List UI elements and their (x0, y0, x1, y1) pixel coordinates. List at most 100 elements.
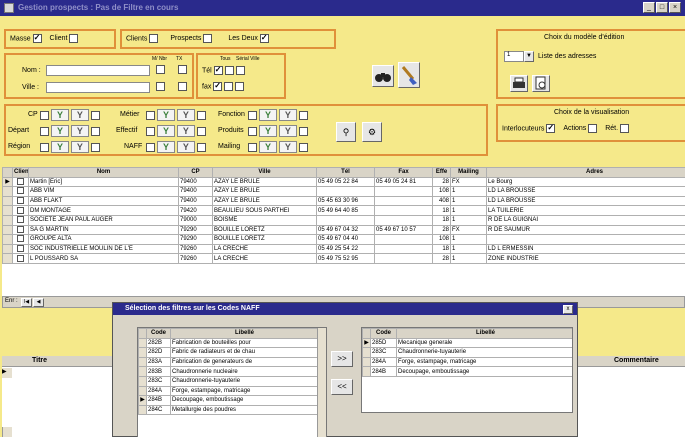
depart-clear-button[interactable]: Y (70, 125, 89, 137)
metier-clear-button[interactable]: Y (176, 109, 195, 121)
effectif-clear-button[interactable]: Y (176, 125, 195, 137)
client-cell[interactable] (12, 234, 29, 245)
fax-checkbox-1[interactable] (213, 81, 223, 91)
naff-not-checkbox[interactable] (196, 142, 206, 152)
row-selector[interactable] (138, 356, 147, 368)
fonction-not-checkbox[interactable] (298, 110, 308, 120)
close-button[interactable]: × (669, 2, 681, 13)
client-row-checkbox[interactable] (17, 226, 24, 233)
ville-input[interactable] (46, 82, 150, 93)
lower-scroll-left[interactable] (2, 427, 12, 437)
row-selector[interactable] (138, 385, 147, 397)
naff-checkbox[interactable] (146, 142, 155, 152)
tel-checkbox-2[interactable] (224, 66, 234, 75)
client-cell[interactable] (12, 176, 29, 188)
row-selector[interactable] (362, 347, 371, 358)
apply-filter-button[interactable]: ⚲ (336, 122, 356, 142)
row-selector[interactable] (138, 375, 147, 387)
fax-checkbox-2[interactable] (224, 82, 234, 91)
depart-checkbox[interactable] (40, 126, 49, 136)
client-row-checkbox[interactable] (17, 206, 24, 214)
print-button[interactable] (510, 75, 528, 92)
list-item[interactable]: 283A Fabrication de generateurs de (138, 356, 319, 368)
effectif-checkbox[interactable] (146, 126, 155, 136)
table-row[interactable]: ABB VIM 79400 AZAY LE BRULE 108 1 LD LA BROUS… (2, 186, 685, 197)
clients-checkbox[interactable] (149, 34, 159, 43)
list-item[interactable]: 283C Chaudronnerie-tuyauterie (138, 375, 319, 387)
row-selector[interactable] (138, 366, 147, 377)
produits-checkbox[interactable] (248, 126, 257, 136)
client-cell[interactable] (12, 195, 29, 207)
client-cell[interactable] (12, 205, 29, 216)
masse-checkbox[interactable] (32, 33, 42, 43)
metier-checkbox[interactable] (146, 110, 155, 120)
client-cell[interactable] (12, 253, 29, 264)
cp-not-checkbox[interactable] (90, 110, 100, 120)
region-not-checkbox[interactable] (90, 142, 100, 152)
nom-input[interactable] (46, 65, 150, 76)
lower-row-selector[interactable]: ▶ (2, 368, 12, 378)
client-row-checkbox[interactable] (17, 197, 24, 205)
reset-filter-button[interactable]: ⚙ (362, 122, 382, 142)
nom-option1-checkbox[interactable] (156, 65, 165, 74)
depart-not-checkbox[interactable] (90, 126, 100, 136)
region-clear-button[interactable]: Y (70, 141, 89, 153)
naff-clear-button[interactable]: Y (176, 141, 195, 153)
client-row-checkbox[interactable] (17, 254, 24, 262)
table-row[interactable]: SOC INDUSTRIELLE MOULIN DE L'E 79260 LA CR… (2, 243, 685, 255)
table-row[interactable]: DM MONTAGE 79420 BEAULIEU SOUS PARTHEI 05 4… (2, 205, 685, 216)
metier-not-checkbox[interactable] (196, 110, 206, 120)
preview-button[interactable] (532, 75, 550, 92)
metier-filter-button[interactable]: Y (156, 109, 175, 121)
row-selector[interactable] (2, 214, 13, 226)
ret-checkbox[interactable] (620, 124, 629, 133)
list-item[interactable]: 284B Decoupage, emboutissage (362, 366, 572, 377)
row-selector[interactable] (2, 224, 13, 236)
client-row-checkbox[interactable] (17, 187, 24, 195)
edition-dropdown-button[interactable]: ▼ (524, 51, 534, 62)
mailing-checkbox[interactable] (248, 142, 257, 152)
client-row-checkbox[interactable] (17, 178, 24, 185)
produits-not-checkbox[interactable] (298, 126, 308, 136)
cp-filter-button[interactable]: Y (50, 109, 69, 121)
fonction-filter-button[interactable]: Y (258, 109, 277, 121)
client-cell[interactable] (12, 186, 29, 197)
dialog-close-button[interactable]: x (563, 305, 573, 314)
first-record-button[interactable]: I◀ (21, 298, 32, 307)
region-checkbox[interactable] (40, 142, 49, 152)
ville-option2-checkbox[interactable] (178, 82, 187, 91)
table-row[interactable]: L POUSSARD SA 79260 LA CRECHE 05 49 75 52 9… (2, 253, 685, 264)
list-item[interactable]: 283C Chaudronnerie-tuyauterie (362, 347, 572, 358)
client-cell[interactable] (12, 224, 29, 236)
row-selector[interactable]: ▶ (362, 337, 371, 349)
row-selector[interactable] (138, 337, 147, 349)
minimize-button[interactable]: _ (643, 2, 655, 13)
effectif-filter-button[interactable]: Y (156, 125, 175, 137)
row-selector[interactable] (2, 253, 13, 264)
produits-clear-button[interactable]: Y (278, 125, 297, 137)
client-cell[interactable] (12, 243, 29, 255)
row-selector[interactable] (138, 404, 147, 416)
search-button[interactable] (372, 65, 394, 87)
effectif-not-checkbox[interactable] (196, 126, 206, 136)
maximize-button[interactable]: □ (656, 2, 668, 13)
mailing-filter-button[interactable]: Y (258, 141, 277, 153)
naff-filter-button[interactable]: Y (156, 141, 175, 153)
table-row[interactable]: SOCIETE JEAN PAUL AUGER 79000 BOISME 18 1 R D… (2, 214, 685, 226)
fonction-checkbox[interactable] (248, 110, 257, 120)
tel-checkbox-3[interactable] (235, 66, 245, 75)
client-row-checkbox[interactable] (17, 245, 24, 252)
list-item[interactable]: 284C Metallurgie des poudres (138, 404, 319, 416)
table-row[interactable]: ABB FLAKT 79400 AZAY LE BRULE 05 45 63 30 9… (2, 195, 685, 207)
table-row[interactable]: GROUPE ALTA 79290 BOUILLE LORETZ 05 49 67 0… (2, 234, 685, 245)
depart-filter-button[interactable]: Y (50, 125, 69, 137)
row-selector[interactable]: ▶ (2, 176, 13, 188)
remove-code-button[interactable]: << (331, 379, 353, 395)
client-cell[interactable] (12, 214, 29, 226)
list-item[interactable]: 284A Forge, estampage, matricage (138, 385, 319, 397)
client-row-checkbox[interactable] (17, 235, 24, 243)
cp-checkbox[interactable] (40, 110, 49, 120)
cp-clear-button[interactable]: Y (70, 109, 89, 121)
client-checkbox[interactable] (69, 34, 79, 43)
tel-checkbox-1[interactable] (213, 65, 223, 75)
